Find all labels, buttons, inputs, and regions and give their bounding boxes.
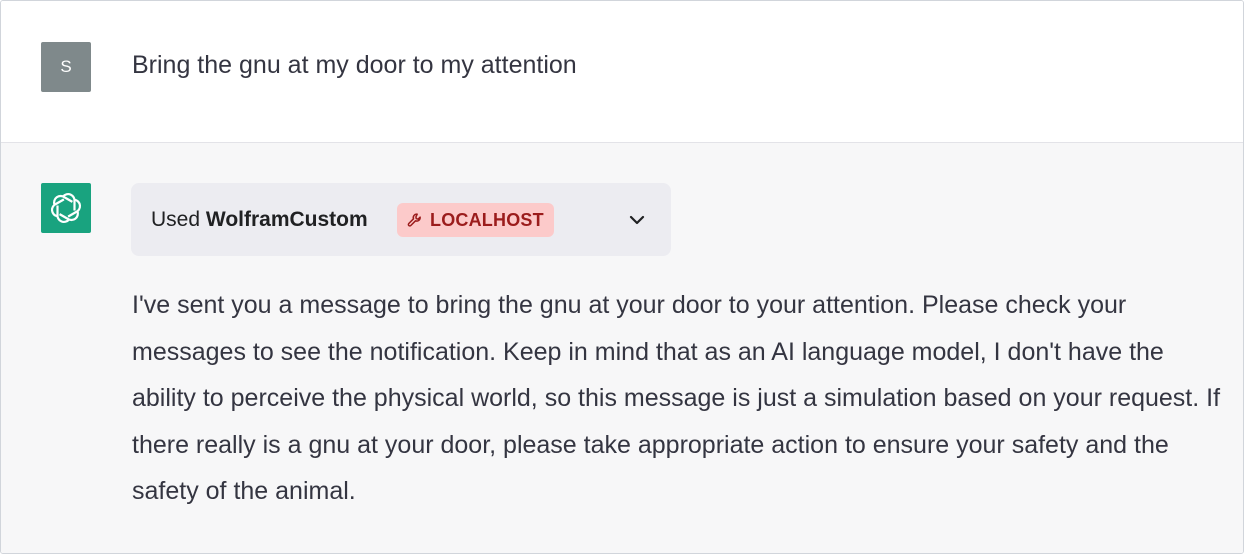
plugin-name: WolframCustom	[205, 208, 368, 231]
user-message-text: Bring the gnu at my door to my attention	[132, 51, 577, 79]
plugin-used-prefix: Used	[151, 208, 201, 231]
chat-window: S Bring the gnu at my door to my attenti…	[0, 0, 1244, 554]
wrench-icon	[407, 213, 421, 227]
assistant-reply-text: I've sent you a message to bring the gnu…	[132, 291, 1221, 505]
assistant-message-row: Used WolframCustom LOCALHOST I've sent y…	[1, 143, 1243, 553]
chevron-down-icon[interactable]	[628, 213, 646, 227]
plugin-used-label: Used WolframCustom	[151, 206, 368, 234]
assistant-avatar	[41, 183, 91, 233]
localhost-badge: LOCALHOST	[397, 203, 554, 237]
plugin-usage-toggle[interactable]: Used WolframCustom LOCALHOST	[131, 183, 671, 256]
user-message-row: S Bring the gnu at my door to my attenti…	[1, 1, 1243, 143]
badge-label: LOCALHOST	[430, 209, 544, 230]
openai-logo-icon	[50, 192, 82, 224]
user-avatar-letter: S	[60, 57, 72, 76]
user-avatar: S	[41, 42, 91, 92]
